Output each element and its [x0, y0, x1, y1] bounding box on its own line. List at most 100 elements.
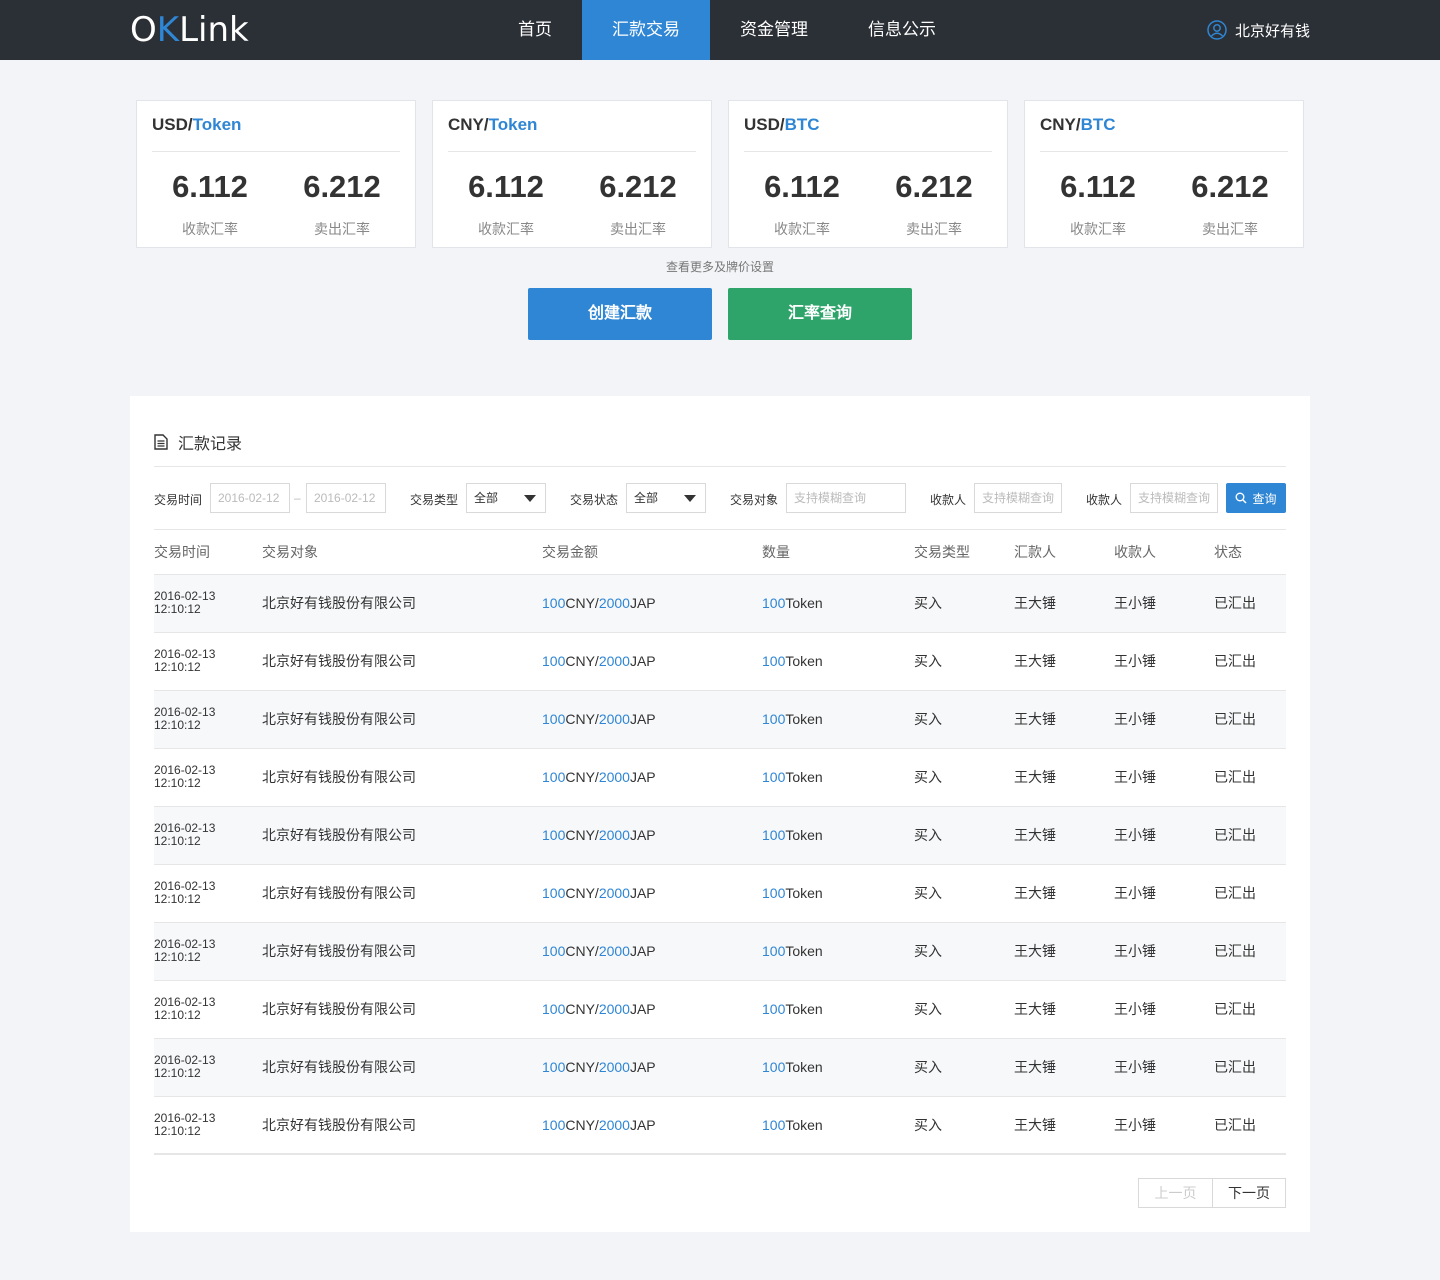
quantity-value: 100	[762, 1059, 786, 1075]
col-header-status[interactable]: 状态	[1214, 530, 1286, 575]
cell-amount: 100CNY/2000JAP	[542, 922, 762, 981]
amount-currency-2: JAP	[629, 769, 656, 785]
quantity-unit: Token	[785, 827, 823, 843]
col-header-sender[interactable]: 汇款人	[1014, 530, 1114, 575]
amount-value-2: 2000	[598, 1059, 630, 1075]
amount-value: 100	[542, 769, 566, 785]
quantity-value: 100	[762, 1117, 786, 1133]
cell-amount: 100CNY/2000JAP	[542, 864, 762, 923]
more-rates-link[interactable]: 查看更多及牌价设置	[0, 258, 1440, 275]
user-menu[interactable]: 北京好有钱	[1207, 0, 1310, 60]
table-row[interactable]: 2016-02-13 12:10:12 北京好有钱股份有限公司 100CNY/2000…	[154, 980, 1286, 1039]
cell-status: 已汇出	[1214, 864, 1286, 923]
cell-type: 买入	[914, 980, 1014, 1039]
divider	[448, 151, 696, 152]
cell-clock: 12:10:12	[154, 834, 201, 848]
amount-currency-2: JAP	[629, 1117, 656, 1133]
date-to-input[interactable]: 2016-02-12	[306, 483, 386, 513]
rate-query-button[interactable]: 汇率查询	[728, 288, 912, 340]
cell-status: 已汇出	[1214, 748, 1286, 807]
cell-sender: 王大锤	[1014, 1038, 1114, 1097]
payee-input-2[interactable]: 支持模糊查询	[1130, 483, 1218, 513]
cell-quantity: 100Token	[762, 1038, 914, 1097]
amount-currency-2: JAP	[629, 653, 656, 669]
col-header-quantity[interactable]: 数量	[762, 530, 914, 575]
cell-clock: 12:10:12	[154, 892, 201, 906]
table-row[interactable]: 2016-02-13 12:10:12 北京好有钱股份有限公司 100CNY/2000…	[154, 1096, 1286, 1155]
amount-currency: CNY/	[565, 1059, 599, 1075]
divider	[1040, 151, 1288, 152]
amount-value-2: 2000	[598, 711, 630, 727]
caret-down-icon	[524, 495, 536, 502]
col-header-target[interactable]: 交易对象	[262, 530, 542, 575]
prev-page-button[interactable]: 上一页	[1138, 1178, 1212, 1208]
nav-remittance[interactable]: 汇款交易	[582, 0, 710, 60]
rate-card: CNY/BTC 6.112 收款汇率 6.212 卖出汇率	[1024, 100, 1304, 248]
cell-time: 2016-02-13 12:10:12	[154, 690, 262, 749]
cell-clock: 12:10:12	[154, 1008, 201, 1022]
col-header-amount[interactable]: 交易金额	[542, 530, 762, 575]
cell-time: 2016-02-13 12:10:12	[154, 1038, 262, 1097]
cell-payee: 王小锤	[1114, 748, 1214, 807]
amount-currency: CNY/	[565, 711, 599, 727]
records-table: 交易时间 交易对象 交易金额 数量 交易类型 汇款人 收款人 状态 2016-0…	[154, 530, 1286, 1155]
rate-card-title: USD/Token	[152, 115, 242, 134]
sell-rate: 6.212 卖出汇率	[599, 169, 677, 237]
table-row[interactable]: 2016-02-13 12:10:12 北京好有钱股份有限公司 100CNY/2000…	[154, 1038, 1286, 1097]
create-remittance-button[interactable]: 创建汇款	[528, 288, 712, 340]
cell-quantity: 100Token	[762, 690, 914, 749]
next-page-button[interactable]: 下一页	[1212, 1178, 1286, 1208]
divider	[744, 151, 992, 152]
nav-funds[interactable]: 资金管理	[710, 0, 838, 60]
cell-status: 已汇出	[1214, 632, 1286, 691]
cell-quantity: 100Token	[762, 864, 914, 923]
quantity-value: 100	[762, 711, 786, 727]
cell-quantity: 100Token	[762, 632, 914, 691]
payee-input[interactable]: 支持模糊查询	[974, 483, 1062, 513]
table-row[interactable]: 2016-02-13 12:10:12 北京好有钱股份有限公司 100CNY/2000…	[154, 922, 1286, 981]
cell-payee: 王小锤	[1114, 1038, 1214, 1097]
user-name: 北京好有钱	[1234, 22, 1310, 40]
table-header-row: 交易时间 交易对象 交易金额 数量 交易类型 汇款人 收款人 状态	[154, 530, 1286, 575]
table-row[interactable]: 2016-02-13 12:10:12 北京好有钱股份有限公司 100CNY/2000…	[154, 748, 1286, 807]
table-row[interactable]: 2016-02-13 12:10:12 北京好有钱股份有限公司 100CNY/2000…	[154, 632, 1286, 691]
cell-status: 已汇出	[1214, 690, 1286, 749]
target-input[interactable]: 支持模糊查询	[786, 483, 906, 513]
quantity-value: 100	[762, 827, 786, 843]
status-select-value: 全部	[634, 491, 659, 505]
col-header-time[interactable]: 交易时间	[154, 530, 262, 575]
rate-card: USD/Token 6.112 收款汇率 6.212 卖出汇率	[136, 100, 416, 248]
table-row[interactable]: 2016-02-13 12:10:12 北京好有钱股份有限公司 100CNY/2000…	[154, 806, 1286, 865]
type-select[interactable]: 全部	[466, 483, 546, 513]
rate-card: USD/BTC 6.112 收款汇率 6.212 卖出汇率	[728, 100, 1008, 248]
table-row[interactable]: 2016-02-13 12:10:12 北京好有钱股份有限公司 100CNY/2000…	[154, 690, 1286, 749]
cell-target: 北京好有钱股份有限公司	[262, 864, 542, 923]
receive-rate: 6.112 收款汇率	[468, 169, 544, 237]
table-row[interactable]: 2016-02-13 12:10:12 北京好有钱股份有限公司 100CNY/2000…	[154, 864, 1286, 923]
sell-rate: 6.212 卖出汇率	[303, 169, 381, 237]
search-button-label: 查询	[1252, 491, 1277, 506]
oklink-logo[interactable]: OKLink	[130, 10, 249, 50]
nav-home[interactable]: 首页	[488, 0, 582, 60]
col-header-payee[interactable]: 收款人	[1114, 530, 1214, 575]
cell-target: 北京好有钱股份有限公司	[262, 748, 542, 807]
search-button[interactable]: 查询	[1226, 483, 1286, 513]
col-header-type[interactable]: 交易类型	[914, 530, 1014, 575]
amount-currency-2: JAP	[629, 885, 656, 901]
payee-filter-label-2: 收款人	[1086, 493, 1123, 507]
quantity-value: 100	[762, 595, 786, 611]
cell-sender: 王大锤	[1014, 1096, 1114, 1155]
amount-value: 100	[542, 595, 566, 611]
amount-currency-2: JAP	[629, 827, 656, 843]
cell-payee: 王小锤	[1114, 690, 1214, 749]
cell-type: 买入	[914, 574, 1014, 633]
cell-time: 2016-02-13 12:10:12	[154, 1096, 262, 1155]
nav-disclosure[interactable]: 信息公示	[838, 0, 966, 60]
table-row[interactable]: 2016-02-13 12:10:12 北京好有钱股份有限公司 100CNY/2000…	[154, 574, 1286, 633]
amount-value: 100	[542, 827, 566, 843]
cell-time: 2016-02-13 12:10:12	[154, 864, 262, 923]
cell-quantity: 100Token	[762, 1096, 914, 1155]
status-select[interactable]: 全部	[626, 483, 706, 513]
date-from-input[interactable]: 2016-02-12	[210, 483, 290, 513]
cell-target: 北京好有钱股份有限公司	[262, 574, 542, 633]
